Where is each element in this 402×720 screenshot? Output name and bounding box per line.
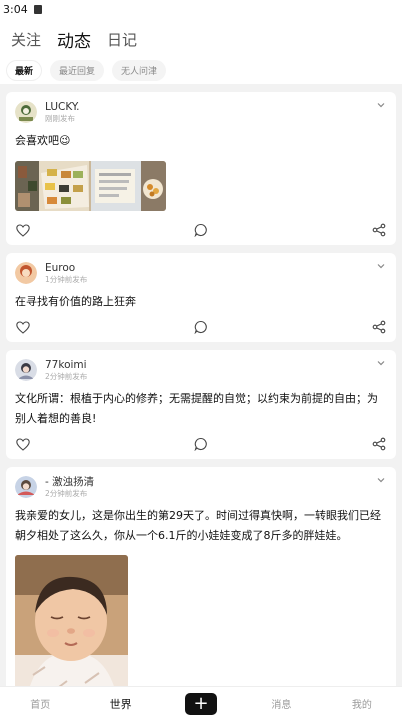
filter-latest[interactable]: 最新 <box>6 60 43 81</box>
avatar[interactable] <box>15 476 37 498</box>
post-time: 1分钟前发布 <box>45 275 88 284</box>
username[interactable]: - 激浊扬清 <box>45 476 94 488</box>
chevron-down-icon[interactable] <box>376 100 386 110</box>
post-text: 文化所谓：根植于内心的修养；无需提醒的自觉；以约束为前提的自由；为别人着想的善良… <box>15 392 378 425</box>
nav-create: + <box>161 692 241 715</box>
comment-icon[interactable] <box>194 437 208 451</box>
post-image[interactable] <box>15 161 166 211</box>
tab-follow[interactable]: 关注 <box>11 29 41 50</box>
nav-home[interactable]: 首页 <box>0 696 80 711</box>
share-icon[interactable] <box>372 320 386 334</box>
filter-bar: 最新 最近回复 无人问津 <box>0 60 402 84</box>
post-text: 在寻找有价值的路上狂奔 <box>15 295 136 308</box>
post-text: 我亲爱的女儿，这是你出生的第29天了。时间过得真快啊，一转眼我们已经朝夕相处了这… <box>15 509 381 542</box>
filter-recent-reply[interactable]: 最近回复 <box>50 60 105 81</box>
post-header: - 激浊扬清 2分钟前发布 <box>15 475 387 499</box>
username[interactable]: LUCKY. <box>45 101 79 113</box>
username[interactable]: Euroo <box>45 262 87 274</box>
nav-world[interactable]: 世界 <box>80 696 160 712</box>
heart-icon[interactable] <box>16 320 30 334</box>
feed: LUCKY. 刚刚发布 会喜欢吧😉 Euroo 1分钟前发布 在寻找有价值的路上… <box>0 92 402 718</box>
top-tabs: 关注 动态 日记 <box>0 18 402 60</box>
username[interactable]: 77koimi <box>45 359 87 371</box>
comment-icon[interactable] <box>194 320 208 334</box>
post-header: 77koimi 2分钟前发布 <box>15 358 387 382</box>
notification-icon <box>33 4 42 14</box>
nav-messages[interactable]: 消息 <box>241 696 321 711</box>
post-time: 刚刚发布 <box>45 114 75 123</box>
tab-feed[interactable]: 动态 <box>57 27 91 52</box>
post-photo[interactable] <box>15 555 128 706</box>
post-card[interactable]: Euroo 1分钟前发布 在寻找有价值的路上狂奔 <box>6 253 396 342</box>
tab-diary[interactable]: 日记 <box>107 29 137 50</box>
plus-icon: + <box>193 692 209 714</box>
chevron-down-icon[interactable] <box>376 475 386 485</box>
post-time: 2分钟前发布 <box>45 372 88 381</box>
heart-icon[interactable] <box>16 223 30 237</box>
post-actions <box>15 429 387 459</box>
share-icon[interactable] <box>372 223 386 237</box>
status-bar: 3:04 <box>0 0 402 18</box>
post-text: 会喜欢吧😉 <box>15 134 71 147</box>
comment-icon[interactable] <box>194 223 208 237</box>
nav-mine[interactable]: 我的 <box>322 696 402 711</box>
post-card[interactable]: 77koimi 2分钟前发布 文化所谓：根植于内心的修养；无需提醒的自觉；以约束… <box>6 350 396 459</box>
gallery-strip-image <box>15 161 166 211</box>
post-actions <box>15 215 387 245</box>
post-header: LUCKY. 刚刚发布 <box>15 100 387 124</box>
avatar[interactable] <box>15 359 37 381</box>
status-time: 3:04 <box>3 2 28 16</box>
chevron-down-icon[interactable] <box>376 358 386 368</box>
heart-icon[interactable] <box>16 437 30 451</box>
post-card[interactable]: LUCKY. 刚刚发布 会喜欢吧😉 <box>6 92 396 245</box>
bottom-nav: 首页 世界 + 消息 我的 <box>0 686 402 720</box>
create-post-button[interactable]: + <box>185 692 218 715</box>
chevron-down-icon[interactable] <box>376 261 386 271</box>
filter-unanswered[interactable]: 无人问津 <box>112 60 167 81</box>
post-header: Euroo 1分钟前发布 <box>15 261 387 285</box>
baby-photo-image <box>15 555 128 706</box>
post-card[interactable]: - 激浊扬清 2分钟前发布 我亲爱的女儿，这是你出生的第29天了。时间过得真快啊… <box>6 467 396 718</box>
share-icon[interactable] <box>372 437 386 451</box>
post-actions <box>15 312 387 342</box>
avatar[interactable] <box>15 101 37 123</box>
post-time: 2分钟前发布 <box>45 489 88 498</box>
avatar[interactable] <box>15 262 37 284</box>
